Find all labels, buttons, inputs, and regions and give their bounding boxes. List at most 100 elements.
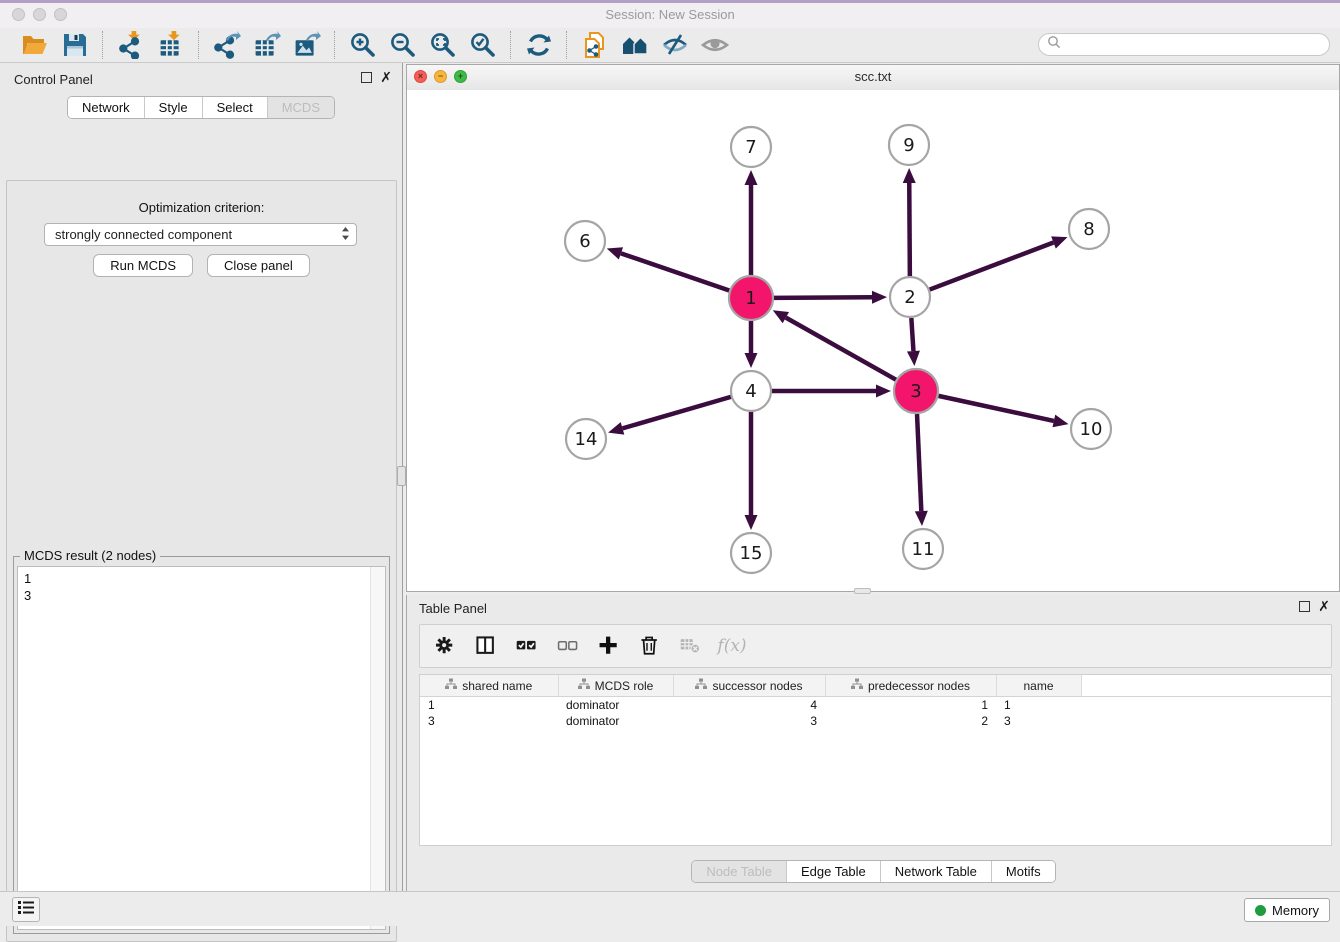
export-image-icon[interactable]: [292, 30, 322, 60]
tab-style[interactable]: Style: [145, 97, 203, 118]
open-icon[interactable]: [20, 30, 50, 60]
edge-arrowhead: [915, 511, 928, 526]
graph-edge-1-6[interactable]: [621, 253, 729, 290]
graph-node-label: 11: [912, 539, 935, 560]
edge-arrowhead: [607, 247, 623, 259]
table-row[interactable]: 3 dominator 3 2 3: [420, 713, 1331, 729]
select-stepper-icon: [341, 226, 350, 244]
status-bar: Memory: [0, 891, 1340, 926]
graph-node-label: 6: [579, 231, 590, 252]
close-panel-button[interactable]: Close panel: [207, 254, 310, 277]
tab-network[interactable]: Network: [68, 97, 145, 118]
graph-node-label: 14: [575, 429, 598, 450]
task-history-button[interactable]: [12, 897, 40, 922]
tab-edge-table[interactable]: Edge Table: [787, 861, 881, 882]
optimization-criterion-label: Optimization criterion:: [7, 200, 396, 215]
table-panel-title: Table Panel: [419, 601, 487, 616]
graph-edge-3-10[interactable]: [938, 396, 1053, 421]
zoom-fit-icon[interactable]: [428, 30, 458, 60]
float-table-panel-icon[interactable]: [1299, 601, 1310, 612]
window-title: Session: New Session: [0, 7, 1340, 22]
edge-arrowhead: [745, 515, 758, 530]
columns-icon[interactable]: [473, 633, 499, 659]
birds-eye-view-icon[interactable]: [700, 30, 730, 60]
graph-node-label: 3: [910, 381, 921, 402]
table-panel: Table Panel ✗ f(x) shared name MCDS role…: [406, 595, 1340, 891]
memory-status-icon: [1255, 905, 1266, 916]
select-all-icon[interactable]: [514, 633, 540, 659]
graph-edge-4-14[interactable]: [622, 397, 730, 429]
import-table-icon[interactable]: [156, 30, 186, 60]
refresh-icon[interactable]: [524, 30, 554, 60]
column-header-predecessor-nodes[interactable]: predecessor nodes: [825, 675, 996, 697]
graph-node-label: 10: [1080, 419, 1103, 440]
function-builder-icon: f(x): [719, 633, 745, 659]
memory-button[interactable]: Memory: [1244, 898, 1330, 922]
column-header-name[interactable]: name: [996, 675, 1081, 697]
graph-edge-2-3[interactable]: [911, 318, 913, 351]
graph-edge-1-2[interactable]: [774, 297, 872, 298]
table-panel-header: Table Panel ✗: [407, 595, 1340, 624]
graph-edge-2-8[interactable]: [930, 242, 1054, 289]
export-network-icon[interactable]: [212, 30, 242, 60]
delete-row-icon[interactable]: [637, 633, 663, 659]
control-panel-header: Control Panel ✗: [0, 63, 402, 96]
export-table-icon[interactable]: [252, 30, 282, 60]
edge-arrowhead: [1051, 236, 1067, 248]
mcds-result-title: MCDS result (2 nodes): [20, 548, 160, 563]
result-scrollbar[interactable]: [370, 567, 385, 929]
network-canvas[interactable]: 7968124314101511: [407, 90, 1339, 591]
unselect-all-icon[interactable]: [555, 633, 581, 659]
column-header-successor-nodes[interactable]: successor nodes: [673, 675, 825, 697]
column-header-mcds-role[interactable]: MCDS role: [558, 675, 673, 697]
mcds-result-group: MCDS result (2 nodes) 1 3: [13, 556, 390, 934]
houses-icon[interactable]: [620, 30, 650, 60]
network-window-title: scc.txt: [407, 69, 1339, 84]
run-mcds-button[interactable]: Run MCDS: [93, 254, 193, 277]
search-box[interactable]: [1038, 33, 1330, 56]
network-window-titlebar: × − + scc.txt: [407, 65, 1339, 91]
add-row-icon[interactable]: [596, 633, 622, 659]
column-tree-icon: [445, 678, 457, 693]
column-tree-icon: [578, 678, 590, 693]
memory-label: Memory: [1272, 903, 1319, 918]
float-panel-icon[interactable]: [361, 72, 372, 83]
tab-motifs[interactable]: Motifs: [992, 861, 1055, 882]
graph-edge-3-1[interactable]: [786, 318, 896, 380]
control-panel-title: Control Panel: [14, 72, 93, 87]
optimization-criterion-select[interactable]: strongly connected component: [44, 223, 357, 246]
save-icon[interactable]: [60, 30, 90, 60]
edge-arrowhead: [1052, 415, 1068, 428]
column-header-shared-name[interactable]: shared name: [420, 675, 558, 697]
import-network-icon[interactable]: [116, 30, 146, 60]
edge-arrowhead: [903, 168, 916, 183]
table-panel-tabs: Node Table Edge Table Network Table Moti…: [691, 860, 1055, 883]
hide-graphics-details-icon[interactable]: [660, 30, 690, 60]
table-toolbar: f(x): [419, 624, 1332, 668]
graph-edge-3-11[interactable]: [917, 414, 921, 511]
clone-network-icon[interactable]: [580, 30, 610, 60]
zoom-selected-icon[interactable]: [468, 30, 498, 60]
mcds-result-area[interactable]: 1 3: [17, 566, 386, 930]
graph-node-label: 15: [740, 543, 763, 564]
edge-arrowhead: [907, 351, 920, 366]
tab-mcds[interactable]: MCDS: [268, 97, 334, 118]
graph-node-label: 1: [745, 288, 756, 309]
network-graph: 7968124314101511: [407, 90, 1339, 591]
tab-node-table[interactable]: Node Table: [692, 861, 787, 882]
close-table-panel-icon[interactable]: ✗: [1318, 601, 1330, 612]
graph-node-label: 4: [745, 381, 756, 402]
table-row[interactable]: 1 dominator 4 1 1: [420, 697, 1331, 714]
tab-select[interactable]: Select: [203, 97, 268, 118]
search-input[interactable]: [1061, 35, 1329, 55]
edge-arrowhead: [608, 422, 624, 434]
settings-icon[interactable]: [432, 633, 458, 659]
zoom-in-icon[interactable]: [348, 30, 378, 60]
node-table: shared name MCDS role successor nodes pr…: [419, 674, 1332, 846]
graph-edge-2-9[interactable]: [909, 183, 910, 276]
vertical-splitter-handle[interactable]: [397, 466, 406, 486]
horizontal-splitter-handle[interactable]: [854, 588, 871, 594]
zoom-out-icon[interactable]: [388, 30, 418, 60]
close-panel-icon[interactable]: ✗: [380, 72, 392, 83]
tab-network-table[interactable]: Network Table: [881, 861, 992, 882]
